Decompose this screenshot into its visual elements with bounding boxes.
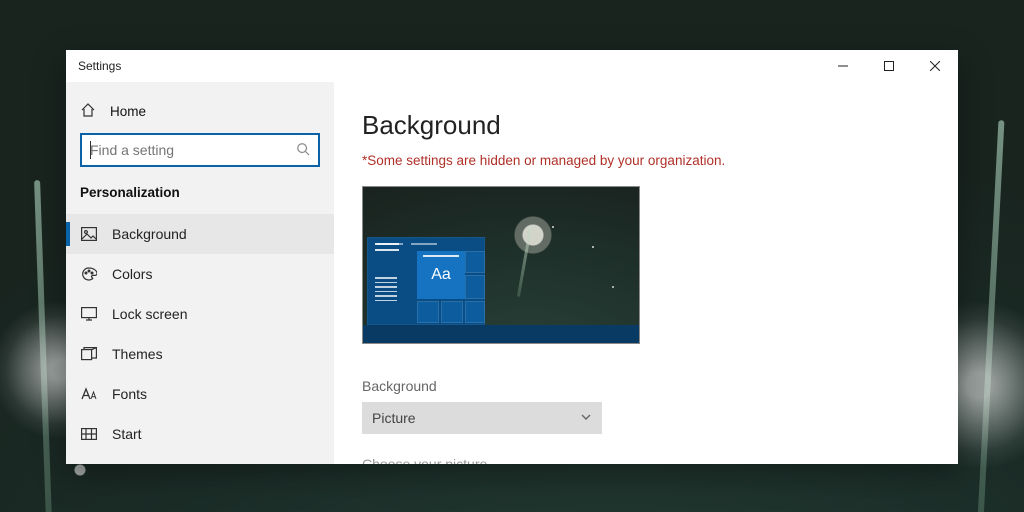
picture-icon xyxy=(80,227,98,241)
background-field-label: Background xyxy=(362,378,958,394)
sidebar-item-label: Colors xyxy=(112,266,152,282)
home-link[interactable]: Home xyxy=(66,96,334,133)
monitor-icon xyxy=(80,307,98,321)
sidebar-item-label: Fonts xyxy=(112,386,147,402)
preview-sample-tile: Aa xyxy=(417,251,465,299)
chevron-down-icon xyxy=(580,410,592,426)
sidebar-item-label: Lock screen xyxy=(112,306,187,322)
search-field[interactable] xyxy=(90,142,296,158)
main-panel: Background *Some settings are hidden or … xyxy=(334,82,958,464)
policy-warning: *Some settings are hidden or managed by … xyxy=(362,153,958,168)
settings-window: Settings Home xyxy=(66,50,958,464)
home-icon xyxy=(80,102,96,121)
sidebar-item-lock-screen[interactable]: Lock screen xyxy=(66,294,334,334)
sidebar-item-background[interactable]: Background xyxy=(66,214,334,254)
sidebar-item-label: Background xyxy=(112,226,187,242)
sidebar-item-label: Themes xyxy=(112,346,163,362)
page-heading: Background xyxy=(362,110,958,141)
search-icon xyxy=(296,142,310,159)
background-type-dropdown[interactable]: Picture xyxy=(362,402,602,434)
desktop-preview: Aa xyxy=(362,186,640,344)
dropdown-value: Picture xyxy=(372,410,416,426)
section-heading: Personalization xyxy=(66,179,334,214)
sidebar-item-fonts[interactable]: Fonts xyxy=(66,374,334,414)
sidebar: Home Personalization xyxy=(66,82,334,464)
sidebar-item-label: Start xyxy=(112,426,142,442)
theme-icon xyxy=(80,347,98,361)
close-button[interactable] xyxy=(912,50,958,82)
start-grid-icon xyxy=(80,428,98,440)
sidebar-item-themes[interactable]: Themes xyxy=(66,334,334,374)
titlebar: Settings xyxy=(66,50,958,82)
search-input[interactable] xyxy=(80,133,320,167)
text-caret xyxy=(90,141,91,159)
sidebar-item-colors[interactable]: Colors xyxy=(66,254,334,294)
maximize-button[interactable] xyxy=(866,50,912,82)
desktop-wallpaper: Settings Home xyxy=(0,0,1024,512)
home-label: Home xyxy=(110,104,146,119)
window-controls xyxy=(820,50,958,82)
choose-picture-label: Choose your picture xyxy=(362,456,958,464)
sidebar-item-start[interactable]: Start xyxy=(66,414,334,454)
font-icon xyxy=(80,387,98,401)
palette-icon xyxy=(80,266,98,282)
window-title: Settings xyxy=(78,59,121,73)
minimize-button[interactable] xyxy=(820,50,866,82)
nav-list: Background Colors Lock s xyxy=(66,214,334,454)
